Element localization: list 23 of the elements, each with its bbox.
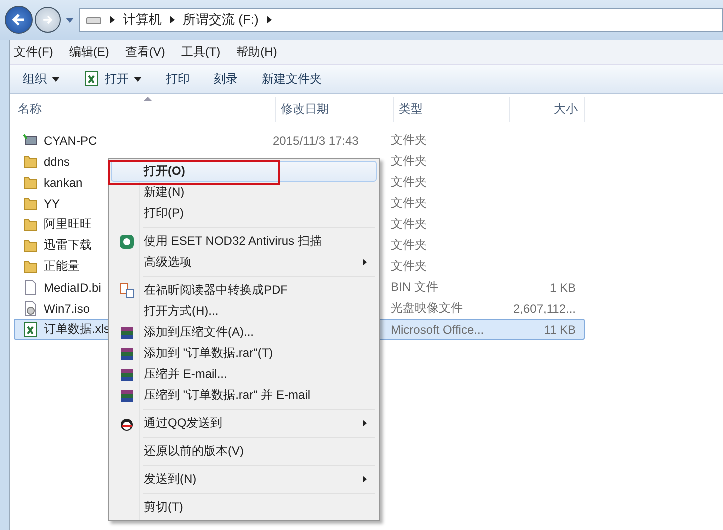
type-cell: 光盘映像文件 — [391, 300, 463, 317]
file-name: CYAN-PC — [44, 134, 98, 148]
file-name: 正能量 — [44, 258, 80, 275]
type-cell: BIN 文件 — [391, 279, 438, 296]
size-cell: 1 KB — [550, 280, 576, 294]
file-name: 阿里旺旺 — [44, 216, 92, 233]
type-cell: 文件夹 — [391, 237, 427, 254]
file-name: kankan — [44, 176, 83, 190]
size-cell: 2,607,112... — [514, 302, 576, 316]
type-cell: 文件夹 — [391, 174, 427, 191]
type-cell: 文件夹 — [391, 132, 427, 149]
type-cell: 文件夹 — [391, 258, 427, 275]
file-name: MediaID.bi — [44, 280, 102, 294]
date-cell: 2015/11/3 17:43 — [273, 134, 359, 148]
type-cell: Microsoft Office... — [391, 322, 484, 336]
size-cell: 11 KB — [544, 322, 576, 336]
file-name: 迅雷下载 — [44, 237, 92, 254]
file-name: Win7.iso — [44, 302, 90, 316]
type-cell: 文件夹 — [391, 195, 427, 212]
type-cell: 文件夹 — [391, 153, 427, 170]
type-cell: 文件夹 — [391, 216, 427, 233]
file-name: YY — [44, 196, 60, 210]
file-name: ddns — [44, 154, 70, 168]
